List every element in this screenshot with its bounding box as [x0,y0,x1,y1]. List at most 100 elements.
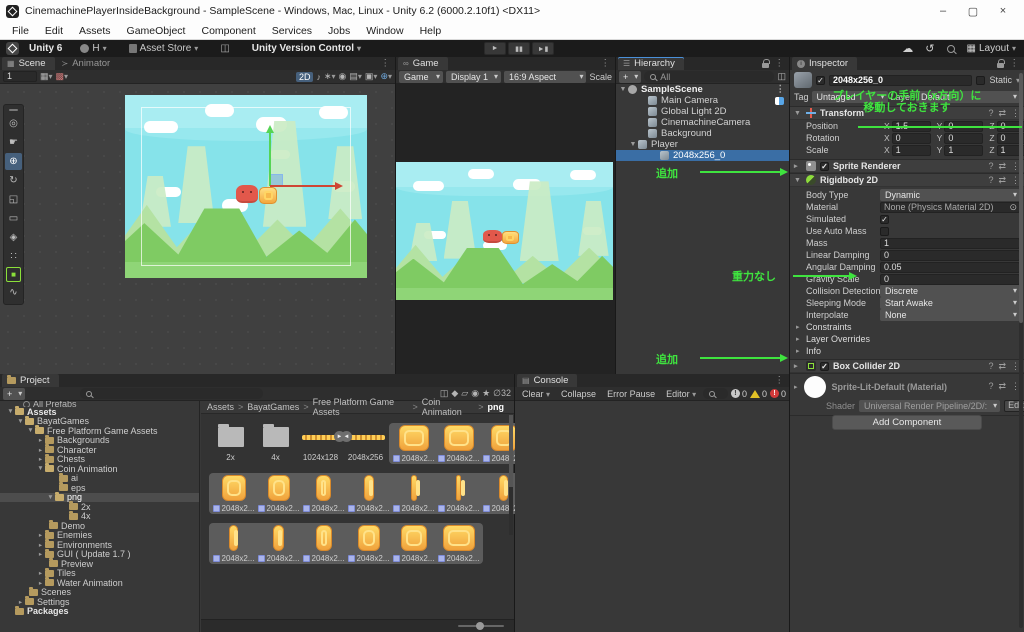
preset-icon[interactable]: ⇄ [998,175,1006,186]
asset-item[interactable]: ◄ 2048x256 [344,423,387,462]
scene-tool-button[interactable]: ◎ [5,115,22,132]
version-control-button[interactable]: Unity Version Control▾ [248,42,365,55]
foldout-icon[interactable]: ▼ [628,141,638,148]
hierarchy-row[interactable]: Main Camera [616,95,789,106]
foldout-icon[interactable]: ▸ [36,531,45,539]
foldout-icon[interactable]: ▸ [36,446,45,454]
asset-item[interactable]: 2048x2... [257,474,300,513]
scene-tool-button[interactable]: ◈ [5,229,22,246]
cloud-icon[interactable]: ☁ [902,42,913,55]
lock-icon[interactable] [762,63,769,68]
tab-animator[interactable]: ≻Animator [57,57,120,70]
foldout-row[interactable]: ▸Layer Overrides [790,333,1024,345]
hierarchy-search[interactable]: All [644,71,774,82]
component-checkbox[interactable]: ✓ [820,162,829,171]
create-menu[interactable]: + [3,388,25,400]
maximize-icon[interactable]: ▢ [958,5,988,18]
scene-tool-button[interactable]: ∿ [5,284,22,301]
property-value[interactable]: Dynamic [880,189,1020,201]
asset-item[interactable]: 2048x2... [437,424,480,463]
menu-item[interactable]: Edit [37,25,71,37]
material-header[interactable]: ▸ Sprite-Lit-Default (Material) ?⇄⋮ [790,373,1024,399]
menu-item[interactable]: Window [358,25,411,37]
favorites-icon[interactable]: ★ [482,388,490,399]
hierarchy-row[interactable]: Background [616,128,789,139]
property-value[interactable]: 0.05 [880,262,1020,273]
menu-item[interactable]: Help [412,25,450,37]
asset-item[interactable]: 2048x2... [347,474,390,513]
search-icon[interactable] [947,45,955,53]
collapse-button[interactable]: Collapse [557,389,600,399]
tab-game[interactable]: ∞Game [398,57,448,70]
help-icon[interactable]: ? [988,175,993,186]
help-icon[interactable]: ? [988,108,993,119]
foldout-icon[interactable]: ▸ [16,598,25,606]
gizmos-icon[interactable]: ⊕▾ [380,71,392,82]
breadcrumb-item[interactable]: BayatGames [247,402,299,412]
tab-console[interactable]: ▤Console [517,374,577,387]
asset-store-button[interactable]: Asset Store▾ [125,42,203,55]
scene-audio-icon[interactable]: ♪ [316,72,321,82]
breadcrumb-item[interactable]: Coin Animation [422,397,475,417]
property-value[interactable]: 0 [880,274,1020,285]
project-tree-row[interactable]: All Prefabs [0,401,199,407]
warning-count[interactable]: 0 [750,389,767,399]
scene-tool-button[interactable]: ↻ [5,172,22,189]
asset-item[interactable]: 2048x2... [212,474,255,513]
grid-scrollbar[interactable] [509,415,513,535]
aspect-dropdown[interactable]: 16:9 Aspect [504,71,586,83]
asset-item[interactable]: 2048x2... [437,474,480,513]
property-value[interactable] [880,227,1020,236]
help-icon[interactable]: ? [988,361,993,372]
project-tree-row[interactable]: Demo [0,521,199,531]
preset-icon[interactable]: ⇄ [998,161,1006,172]
hierarchy-row[interactable]: CinemachineCamera [616,117,789,128]
error-pause-button[interactable]: Error Pause [603,389,659,399]
create-menu[interactable]: + [619,71,641,83]
hierarchy-row[interactable]: ▼ SampleScene [616,84,789,95]
scene-tool-button[interactable]: ▭ [5,210,22,227]
box-collider-header[interactable]: ▸ ✓ Box Collider 2D ?⇄⋮ [790,359,1024,373]
scene-picker-icon[interactable]: ◫ [777,71,786,82]
sprite-renderer-header[interactable]: ▸ ✓ Sprite Renderer ?⇄⋮ [790,159,1024,173]
asset-item[interactable]: 2048x2... [212,524,255,563]
foldout-icon[interactable]: ▸ [36,455,45,463]
hidden-count-badge[interactable]: ∅32 [493,388,511,399]
property-value[interactable]: Discrete [880,285,1020,297]
game-viewport[interactable] [396,84,615,374]
grid-settings-icon[interactable]: ▦▾ [40,71,53,82]
foldout-icon[interactable]: ▼ [618,86,628,93]
foldout-icon[interactable]: ▼ [16,418,25,425]
project-tree-row[interactable]: ▼ png [0,493,199,503]
tab-scene[interactable]: ▦Scene [2,57,55,70]
asset-item[interactable]: 2x [209,423,252,462]
project-tree-row[interactable]: ▸ Settings [0,597,199,607]
project-tree-row[interactable]: 2x [0,502,199,512]
menu-item[interactable]: Assets [71,25,119,37]
2d-toggle[interactable]: 2D [296,72,314,82]
asset-item[interactable]: 2048x2... [392,424,435,463]
rotation-y-field[interactable]: 0 [944,133,983,144]
project-tree-row[interactable]: ▸ Enemies [0,531,199,541]
foldout-row[interactable]: ▸Info [790,345,1024,357]
project-tree-row[interactable]: ▼ Coin Animation [0,464,199,474]
project-tree-row[interactable]: ▸ GUI ( Update 1.7 ) [0,550,199,560]
close-icon[interactable]: × [988,5,1018,18]
project-tree-row[interactable]: Preview [0,559,199,569]
hierarchy-row[interactable]: Global Light 2D [616,106,789,117]
history-icon[interactable]: ↺ [925,42,934,55]
kebab-icon[interactable]: ⋮ [1010,58,1020,69]
rotation-x-field[interactable]: 0 [892,133,931,144]
breadcrumb-item[interactable]: Free Platform Game Assets [313,397,409,417]
asset-item[interactable]: ► 1024x128 [299,423,342,462]
foldout-icon[interactable]: ▸ [36,569,45,577]
tab-inspector[interactable]: iInspector [792,57,857,70]
asset-item[interactable]: 2048x2... [302,474,345,513]
project-tree-row[interactable]: ▼ Assets [0,407,199,417]
foldout-row[interactable]: ▸Constraints [790,321,1024,333]
property-value[interactable]: None [880,309,1020,321]
project-tree-row[interactable]: ▸ Character [0,445,199,455]
lock-icon[interactable] [997,63,1004,68]
hierarchy-row[interactable]: 2048x256_0 [616,150,789,161]
preset-icon[interactable]: ⇄ [998,381,1006,392]
